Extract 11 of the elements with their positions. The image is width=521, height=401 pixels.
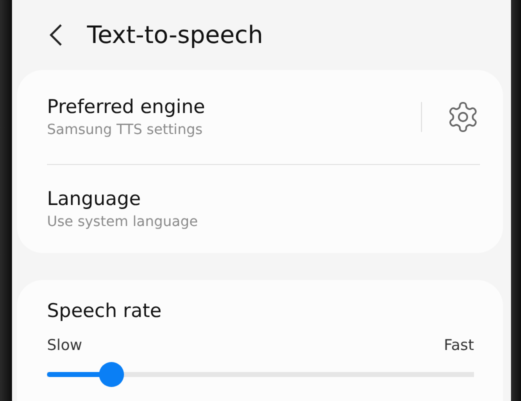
setting-subtitle: Use system language [47, 214, 199, 230]
setting-item[interactable]: Language Use system language [47, 188, 480, 230]
setting-item[interactable]: Preferred engine Samsung TTS settings [47, 96, 421, 138]
slider-thumb[interactable] [99, 362, 124, 387]
setting-title: Preferred engine [47, 96, 206, 118]
fast-label: Fast [444, 336, 474, 354]
speech-rate-title: Speech rate [47, 300, 162, 322]
setting-subtitle: Samsung TTS settings [47, 122, 204, 138]
setting-title: Language [47, 188, 142, 210]
slow-label: Slow [47, 336, 82, 354]
page-title: Text-to-speech [87, 21, 264, 49]
